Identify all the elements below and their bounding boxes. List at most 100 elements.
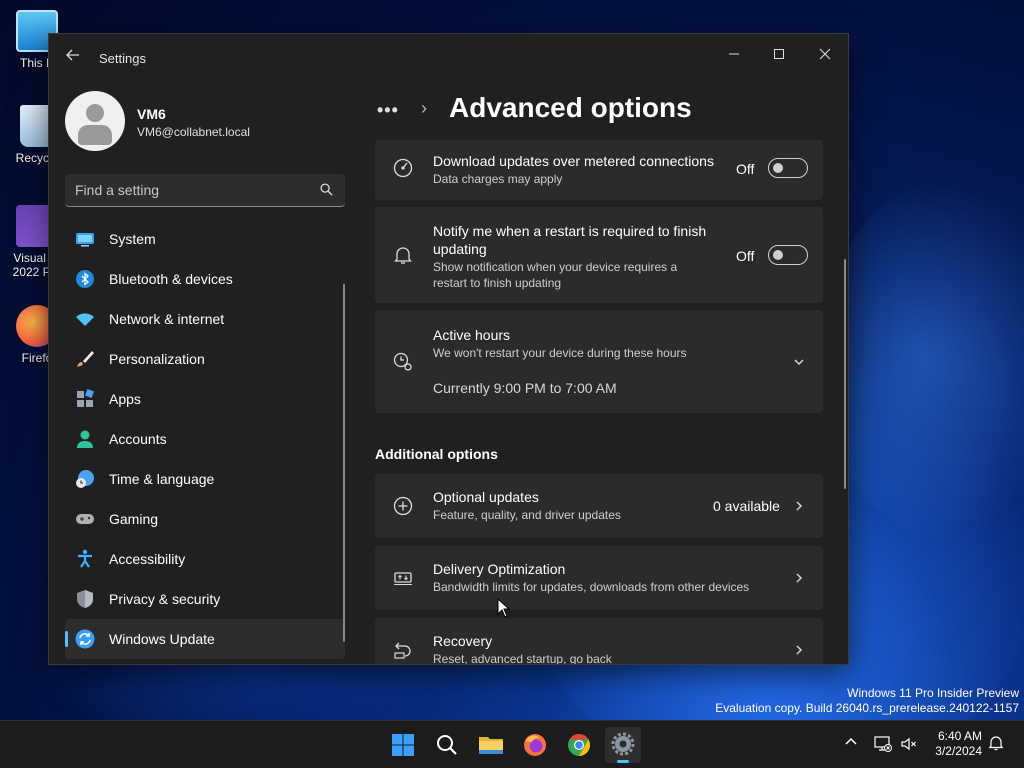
network-disconnected-icon <box>874 736 892 752</box>
file-explorer-button[interactable] <box>473 727 509 763</box>
close-icon <box>819 48 831 60</box>
sidebar-item-gaming[interactable]: Gaming <box>65 499 345 539</box>
toggle-knob <box>773 163 783 173</box>
back-button[interactable] <box>63 48 83 68</box>
search-icon <box>437 735 457 755</box>
taskbar: 6:40 AM 3/2/2024 <box>0 720 1024 768</box>
sidebar-item-personalization[interactable]: Personalization <box>65 339 345 379</box>
sidebar-item-privacy-security[interactable]: Privacy & security <box>65 579 345 619</box>
system-icon <box>76 233 94 247</box>
minimize-icon <box>729 53 739 55</box>
clock-date: 3/2/2024 <box>935 744 982 758</box>
restart-notify-subtitle-line1: Show notification when your device requi… <box>433 260 678 274</box>
sidebar-item-windows-update[interactable]: Windows Update <box>65 619 345 659</box>
bell-icon <box>394 247 412 264</box>
delivery-optimization-icon <box>394 572 412 586</box>
search-input[interactable] <box>75 181 315 199</box>
settings-icon <box>611 732 635 756</box>
active-hours-subtitle: We won't restart your device during thes… <box>433 346 687 360</box>
watermark-line1: Windows 11 Pro Insider Preview <box>847 686 1019 700</box>
sidebar-item-label: Accessibility <box>109 551 186 567</box>
active-hours-title: Active hours <box>433 327 511 343</box>
optional-updates-card[interactable]: Optional updates Feature, quality, and d… <box>375 474 823 538</box>
breadcrumb-more-button[interactable]: ••• <box>377 100 399 121</box>
arrow-left-icon <box>66 49 79 61</box>
file-explorer-icon <box>479 737 503 754</box>
delivery-subtitle: Bandwidth limits for updates, downloads … <box>433 580 750 594</box>
title-bar[interactable]: Settings <box>49 34 848 82</box>
restart-notify-title-line2: updating <box>433 241 487 257</box>
clock-time: 6:40 AM <box>937 729 982 743</box>
active-hours-current: Currently 9:00 PM to 7:00 AM <box>433 380 617 396</box>
metered-connections-card: Download updates over metered connection… <box>375 140 823 200</box>
recovery-card[interactable]: Recovery Reset, advanced startup, go bac… <box>375 618 823 665</box>
notifications-button[interactable] <box>988 735 1006 753</box>
minimize-button[interactable] <box>711 40 757 70</box>
firefox-button[interactable] <box>517 727 553 763</box>
sidebar-item-label: Accounts <box>109 431 167 447</box>
avatar[interactable] <box>65 91 125 151</box>
sidebar-item-label: Privacy & security <box>109 591 221 607</box>
optional-updates-count: 0 available <box>713 498 780 514</box>
volume-button[interactable] <box>900 735 918 753</box>
sidebar-nav: System Bluetooth & devices Network & int… <box>65 219 345 659</box>
search-icon[interactable] <box>320 183 333 196</box>
page-title: Advanced options <box>449 92 692 123</box>
chevron-right-icon <box>796 645 802 655</box>
delivery-optimization-card[interactable]: Delivery Optimization Bandwidth limits f… <box>375 546 823 610</box>
delivery-title: Delivery Optimization <box>433 561 566 577</box>
chevron-down-icon[interactable] <box>793 356 805 368</box>
start-button[interactable] <box>385 727 421 763</box>
content-scrollbar[interactable] <box>844 259 846 489</box>
sidebar-item-apps[interactable]: Apps <box>65 379 345 419</box>
app-title: Settings <box>99 51 146 66</box>
user-email: VM6@collabnet.local <box>137 125 250 139</box>
bluetooth-icon <box>76 270 94 288</box>
bell-icon <box>988 736 1004 751</box>
volume-muted-icon <box>901 737 916 751</box>
sidebar-item-bluetooth[interactable]: Bluetooth & devices <box>65 259 345 299</box>
sidebar-item-accessibility[interactable]: Accessibility <box>65 539 345 579</box>
update-icon <box>75 629 95 649</box>
metered-toggle[interactable] <box>768 158 808 178</box>
user-name: VM6 <box>137 106 166 122</box>
settings-taskbar-button[interactable] <box>605 727 641 763</box>
close-button[interactable] <box>802 40 848 70</box>
sidebar-item-label: Apps <box>109 391 141 407</box>
sidebar-item-network[interactable]: Network & internet <box>65 299 345 339</box>
mouse-cursor-icon <box>497 598 511 618</box>
system-clock[interactable]: 6:40 AM 3/2/2024 <box>930 729 982 759</box>
chrome-icon <box>568 734 590 756</box>
shield-icon <box>77 590 93 608</box>
sidebar-item-label: Personalization <box>109 351 205 367</box>
optional-updates-subtitle: Feature, quality, and driver updates <box>433 508 621 522</box>
chevron-right-icon <box>796 573 802 583</box>
sidebar-item-system[interactable]: System <box>65 219 345 259</box>
sidebar-item-accounts[interactable]: Accounts <box>65 419 345 459</box>
gamepad-icon <box>76 514 94 524</box>
chevron-up-icon <box>845 737 857 745</box>
chrome-button[interactable] <box>561 727 597 763</box>
maximize-button[interactable] <box>756 40 802 70</box>
watermark-line2: Evaluation copy. Build 26040.rs_prerelea… <box>715 701 1019 715</box>
breadcrumb-separator: › <box>421 98 427 118</box>
avatar-head <box>86 104 104 122</box>
network-status-button[interactable] <box>874 735 892 753</box>
restart-notification-card: Notify me when a restart is required to … <box>375 207 823 303</box>
search-box[interactable] <box>65 174 345 207</box>
restart-notify-toggle[interactable] <box>768 245 808 265</box>
recovery-subtitle: Reset, advanced startup, go back <box>433 652 612 665</box>
sidebar-item-label: Network & internet <box>109 311 225 327</box>
active-hours-card[interactable]: Active hours We won't restart your devic… <box>375 310 823 413</box>
active-indicator <box>617 760 629 763</box>
sidebar-scrollbar[interactable] <box>343 284 345 642</box>
restart-notify-title-line1: Notify me when a restart is required to … <box>433 223 707 239</box>
speedometer-icon <box>393 158 413 178</box>
sidebar-item-time-language[interactable]: Time & language <box>65 459 345 499</box>
additional-options-heading: Additional options <box>375 446 498 462</box>
clock-settings-icon <box>393 352 412 371</box>
taskbar-search-button[interactable] <box>429 727 465 763</box>
show-hidden-icons-button[interactable] <box>844 735 862 753</box>
firefox-icon <box>524 734 546 756</box>
recovery-icon <box>394 642 411 659</box>
